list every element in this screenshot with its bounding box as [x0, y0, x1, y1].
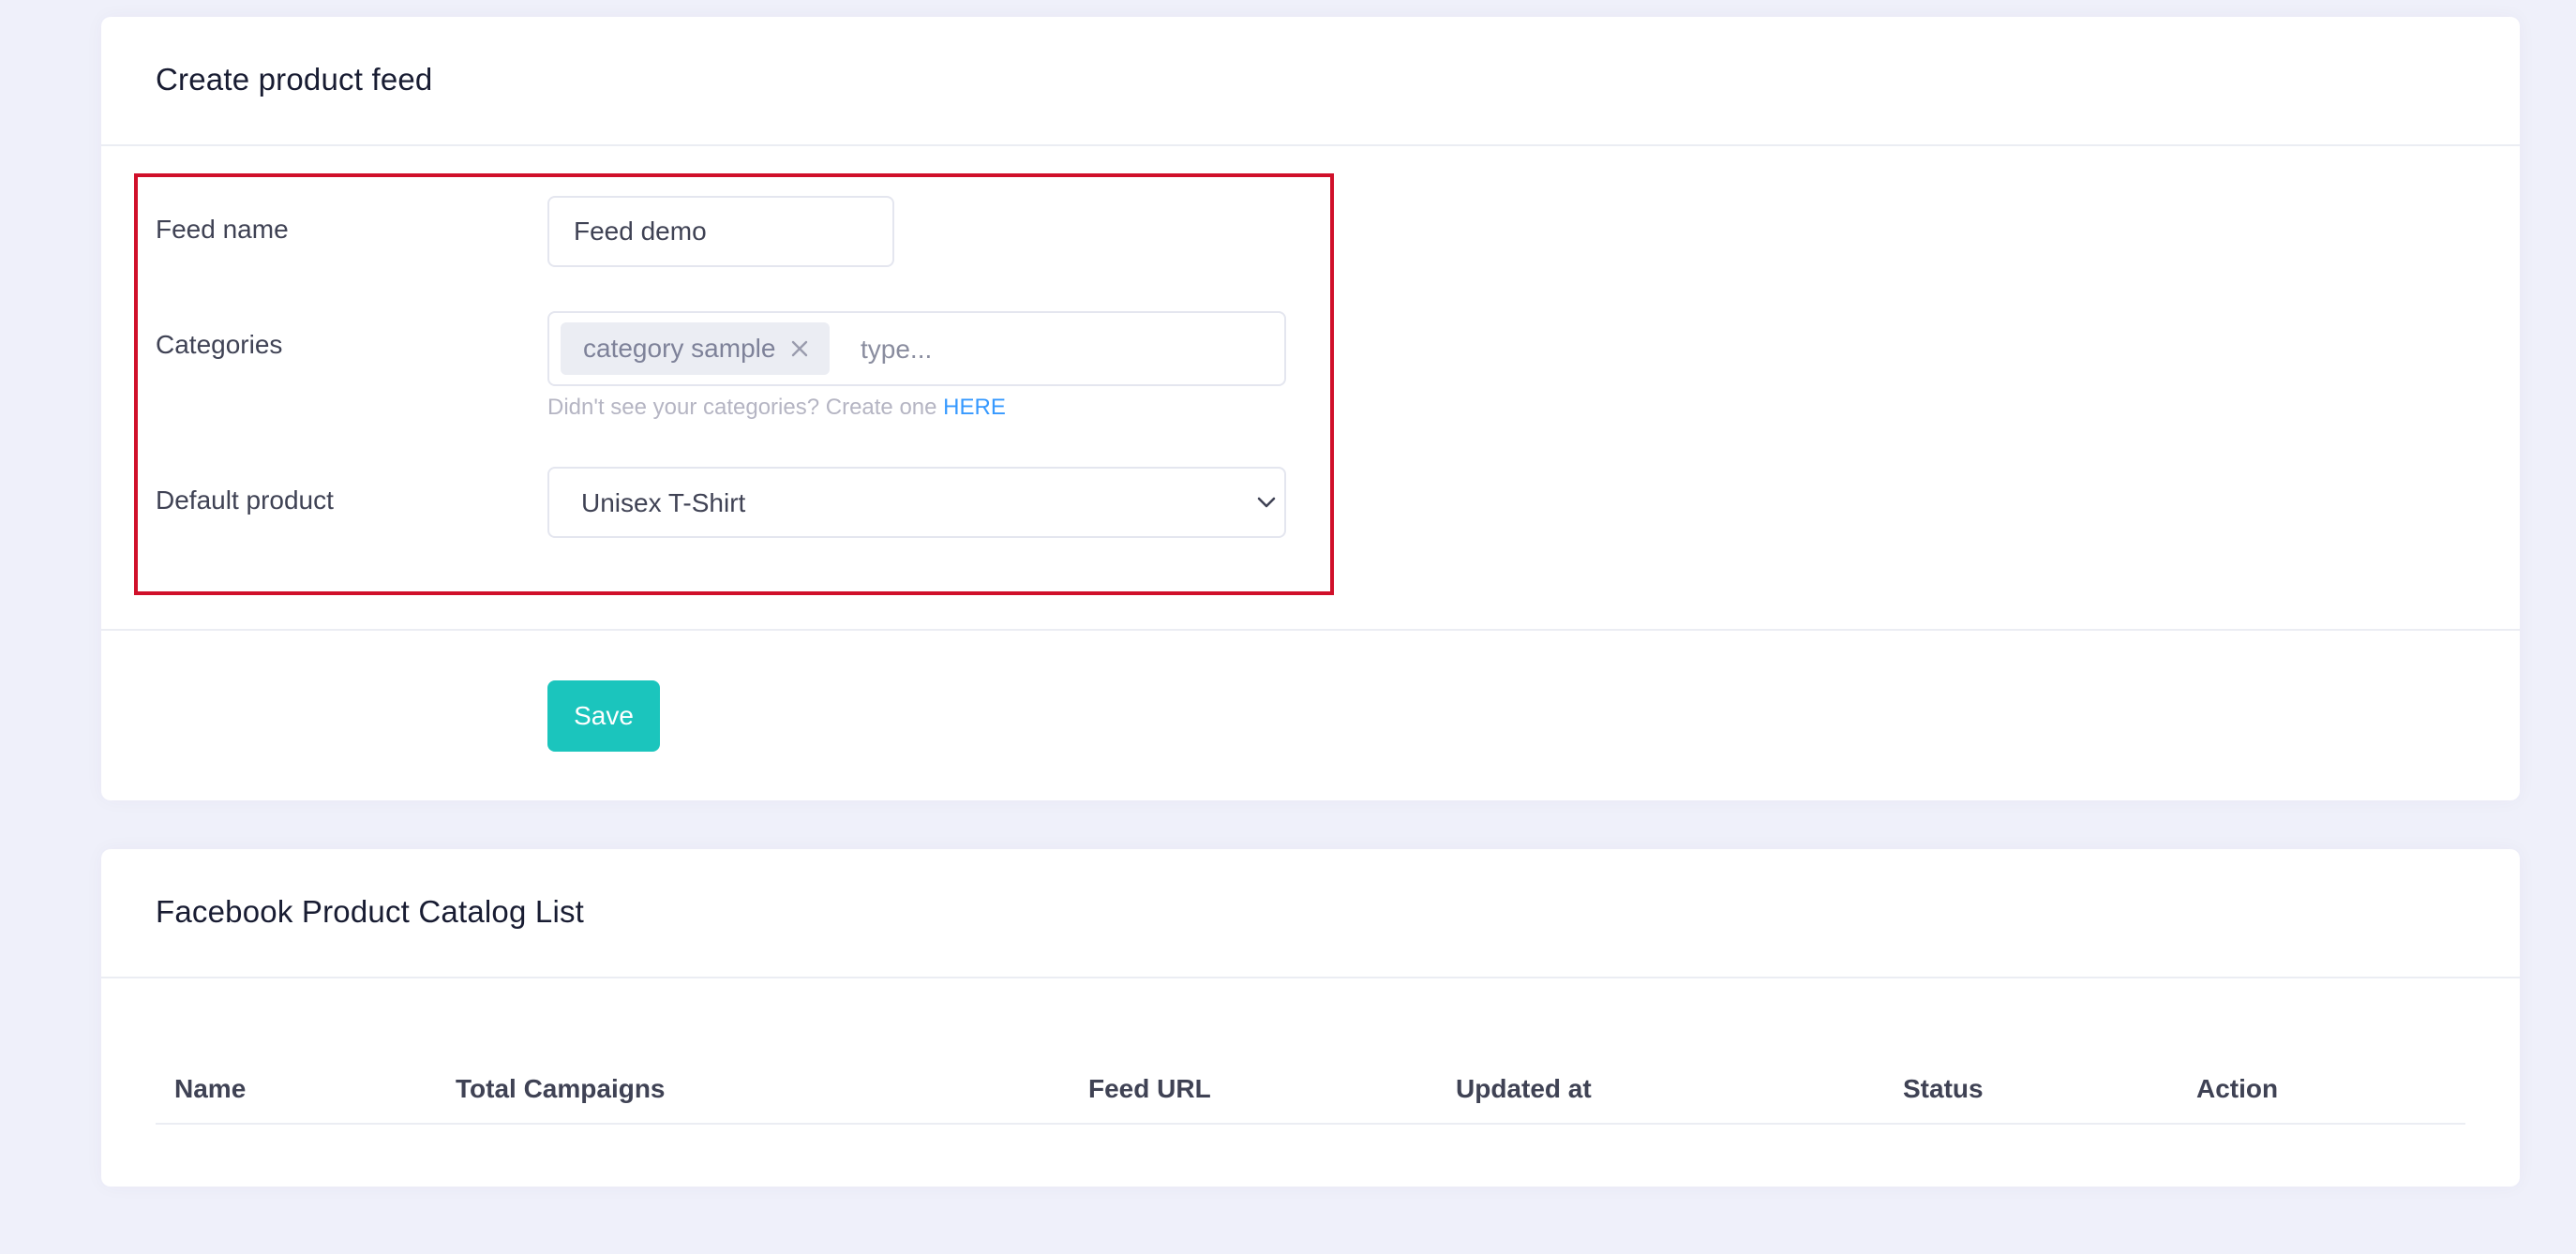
column-header-action[interactable]: Action [2196, 1074, 2278, 1104]
save-button[interactable]: Save [547, 680, 660, 752]
form-divider [101, 629, 2520, 631]
default-product-value: Unisex T-Shirt [581, 488, 746, 517]
feed-name-label: Feed name [156, 215, 289, 244]
close-icon[interactable] [790, 339, 809, 358]
chevron-down-icon [1256, 495, 1277, 510]
category-tag: category sample [561, 322, 831, 375]
create-product-feed-card: Create product feed Feed name Categories… [101, 17, 2520, 800]
card-title: Create product feed [156, 62, 433, 97]
category-tag-label: category sample [583, 334, 776, 363]
categories-help-message: Didn't see your categories? Create one [547, 395, 944, 420]
default-product-select[interactable]: Unisex T-Shirt [547, 467, 1286, 538]
create-category-link[interactable]: HERE [943, 395, 1006, 420]
column-header-name[interactable]: Name [174, 1074, 246, 1104]
column-header-total-campaigns[interactable]: Total Campaigns [456, 1074, 666, 1104]
column-header-updated-at[interactable]: Updated at [1456, 1074, 1592, 1104]
catalog-card-header: Facebook Product Catalog List [101, 849, 2520, 978]
card-header: Create product feed [101, 17, 2520, 146]
categories-search-input[interactable] [859, 324, 1256, 375]
categories-help-text: Didn't see your categories? Create one H… [547, 395, 1006, 421]
column-header-feed-url[interactable]: Feed URL [1088, 1074, 1211, 1104]
catalog-list-title: Facebook Product Catalog List [156, 894, 585, 929]
catalog-table-header: Name Total Campaigns Feed URL Updated at… [156, 1055, 2465, 1125]
feed-name-input[interactable] [547, 196, 894, 267]
categories-tag-input[interactable]: category sample [547, 311, 1286, 386]
column-header-status[interactable]: Status [1903, 1074, 1984, 1104]
catalog-list-card: Facebook Product Catalog List Name Total… [101, 849, 2520, 1187]
default-product-label: Default product [156, 485, 334, 515]
categories-label: Categories [156, 330, 283, 359]
